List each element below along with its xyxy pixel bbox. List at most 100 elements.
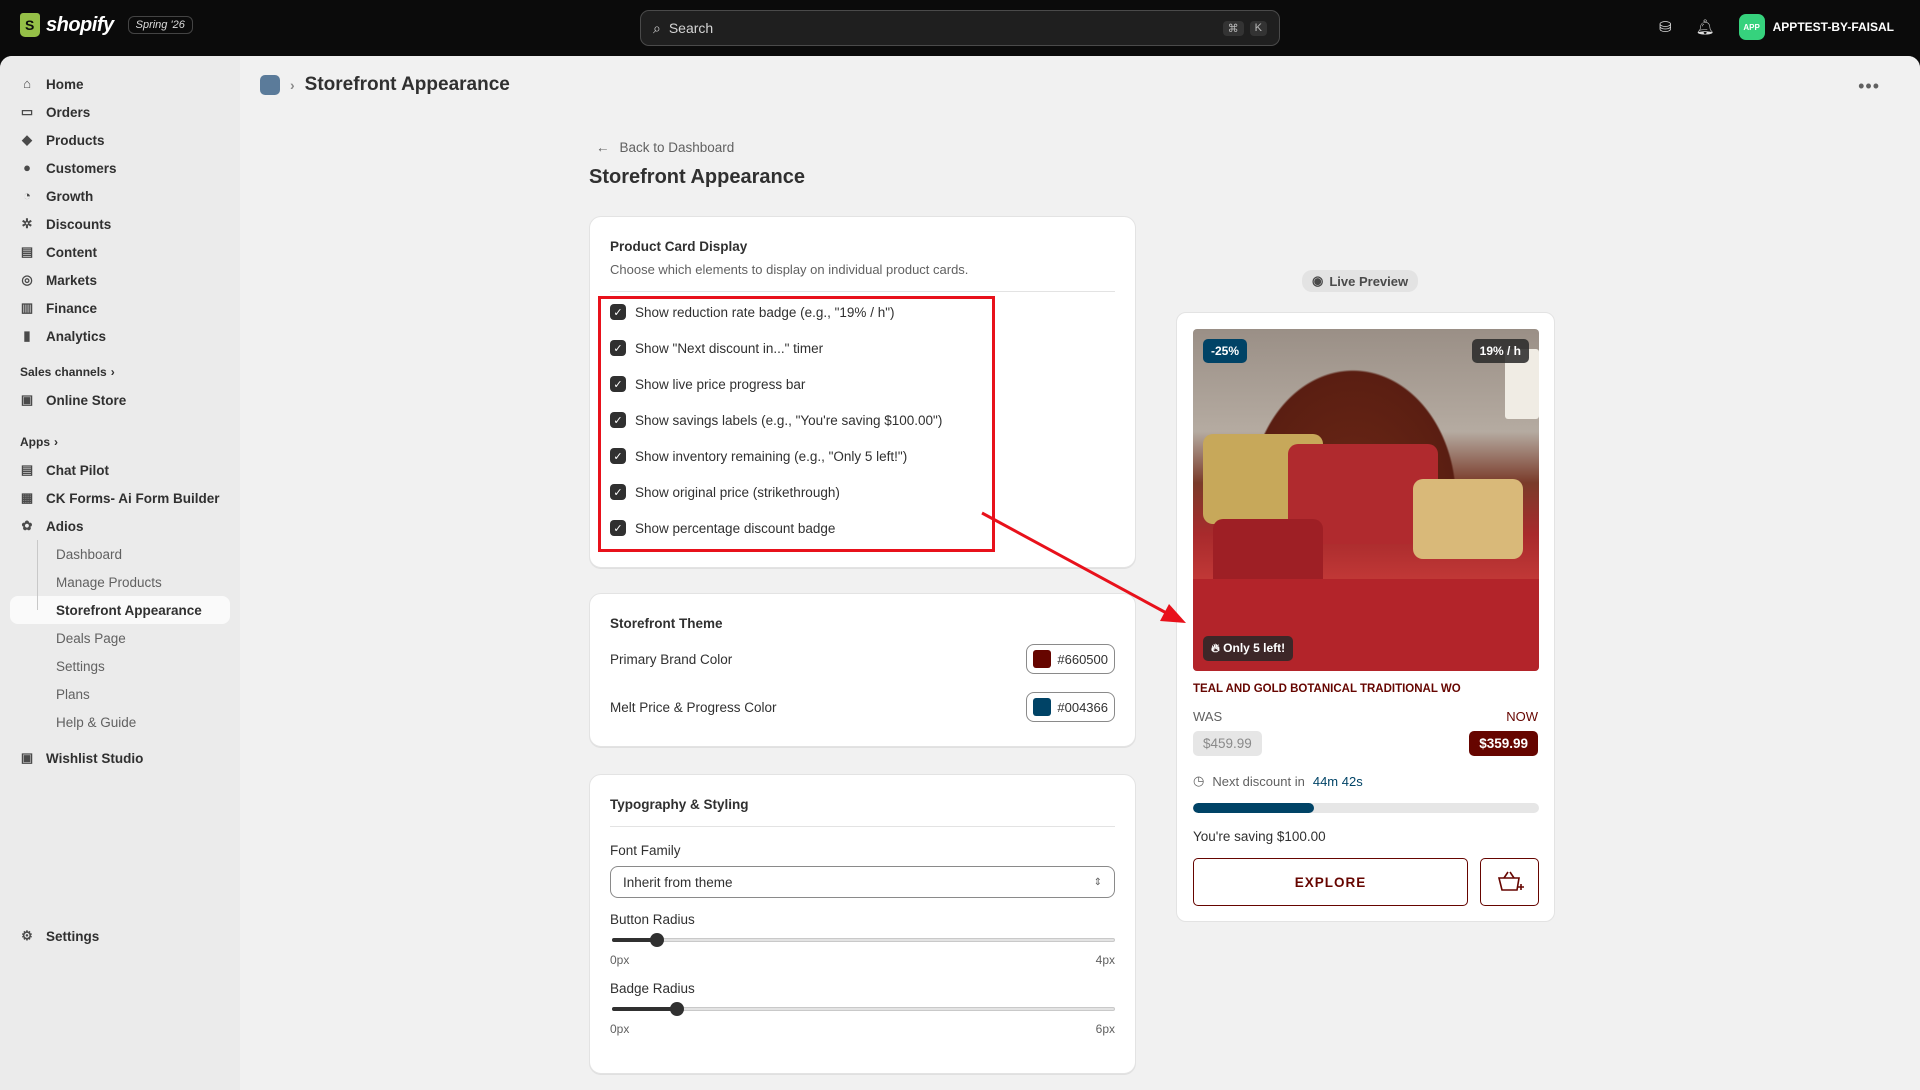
apps-label: Apps <box>20 435 50 449</box>
card-subtitle: Choose which elements to display on indi… <box>610 262 969 277</box>
progress-fill <box>1193 803 1315 813</box>
sidebar-item-chat-pilot[interactable]: ▤ Chat Pilot <box>10 456 230 484</box>
content-icon: ▤ <box>20 244 34 259</box>
person-icon: ● <box>23 160 31 175</box>
font-family-select[interactable]: Inherit from theme ⇕ <box>610 866 1115 898</box>
product-title[interactable]: TEAL AND GOLD BOTANICAL TRADITIONAL WO <box>1193 683 1461 695</box>
sidebar-item-products[interactable]: ◆ Products <box>10 126 230 154</box>
sidebar-item-growth[interactable]: ◔ Growth <box>10 182 230 210</box>
app-icon[interactable] <box>260 75 280 95</box>
tag-icon: ◆ <box>22 132 32 147</box>
sidebar-subitem-label: Deals Page <box>56 630 126 646</box>
sidebar-subitem-deals-page[interactable]: Deals Page <box>10 624 230 652</box>
button-radius-range: 0px 4px <box>610 953 1115 967</box>
search-placeholder: Search <box>668 20 714 36</box>
preview-product-card: -25% 19% / h 🔥︎ Only 5 left! TEAL AND GO… <box>1176 312 1555 922</box>
card-title: Typography & Styling <box>610 797 749 812</box>
primary-color-picker[interactable]: #660500 <box>1026 644 1115 674</box>
sidebar-item-analytics[interactable]: ▮ Analytics <box>10 322 230 350</box>
sidebar-subitem-settings[interactable]: Settings <box>10 652 230 680</box>
badge-radius-slider[interactable] <box>610 1000 1115 1018</box>
sidebar-item-label: Markets <box>46 272 98 288</box>
percent-discount-badge: -25% <box>1203 339 1248 363</box>
back-link[interactable]: ← Back to Dashboard <box>596 140 734 155</box>
tree-line <box>37 540 38 568</box>
eye-icon: ◉ <box>1312 273 1324 288</box>
sidebar-item-finance[interactable]: ▥ Finance <box>10 294 230 322</box>
sidebar-item-wishlist-studio[interactable]: ▣ Wishlist Studio <box>10 744 230 772</box>
add-to-cart-button[interactable] <box>1480 858 1539 906</box>
bell-icon[interactable]: 🔔︎ <box>1696 18 1715 36</box>
primary-color-row: Primary Brand Color #660500 <box>610 635 1115 683</box>
sidebar-item-label: Finance <box>46 300 98 316</box>
sales-channels-heading[interactable]: Sales channels › <box>10 358 230 386</box>
savings-label: You're saving $100.00 <box>1193 829 1326 844</box>
sidebar-item-label: Online Store <box>46 392 127 408</box>
arrow-left-icon: ← <box>596 140 610 155</box>
shopify-bag-icon <box>20 13 40 37</box>
sidebar-subitem-help-guide[interactable]: Help & Guide <box>10 708 230 736</box>
store-icon: ▣ <box>20 392 34 407</box>
shortcut-key-k: K <box>1249 20 1267 36</box>
sidebar-subitem-label: Settings <box>56 658 105 674</box>
font-family-value: Inherit from theme <box>623 874 733 890</box>
slider-thumb[interactable] <box>670 1002 684 1016</box>
button-radius-slider[interactable] <box>610 931 1115 949</box>
search-shortcut: ⌘ K <box>1222 20 1267 36</box>
divider <box>610 291 1115 292</box>
sidebar-item-content[interactable]: ▤ Content <box>10 238 230 266</box>
sidebar-item-markets[interactable]: ◎ Markets <box>10 266 230 294</box>
sidebar-item-label: Analytics <box>46 328 107 344</box>
chevron-right-icon: › <box>110 365 115 379</box>
main-nav: ⌂ Home ▭ Orders ◆ Products ● Customers ◔ Growth ✲ D… <box>10 70 230 350</box>
wishlist-app-icon: ▣ <box>20 750 34 765</box>
sidebar-item-label: Growth <box>46 188 94 204</box>
clock-icon: ◷ <box>1193 773 1205 788</box>
slider-thumb[interactable] <box>650 933 664 947</box>
shopify-logo[interactable]: shopify Spring '26 <box>20 13 193 37</box>
sidebar-item-home[interactable]: ⌂ Home <box>10 70 230 98</box>
next-discount-time: 44m 42s <box>1312 773 1363 789</box>
melt-color-picker[interactable]: #004366 <box>1026 692 1115 722</box>
sidebar-item-label: Customers <box>46 160 117 176</box>
sidebar-item-orders[interactable]: ▭ Orders <box>10 98 230 126</box>
adios-app-icon: ✿ <box>21 518 33 533</box>
season-badge: Spring '26 <box>127 16 193 34</box>
price-progress-bar <box>1193 803 1539 813</box>
store-menu[interactable]: APP APPTEST-BY-FAISAL <box>1738 14 1894 40</box>
storefront-theme-card: Storefront Theme Primary Brand Color #66… <box>589 593 1136 747</box>
sidebar-item-label: CK Forms- Ai Form Builder <box>46 490 220 506</box>
sidebar: ⌂ Home ▭ Orders ◆ Products ● Customers ◔ Growth ✲ D… <box>0 56 240 1090</box>
sidebar-subitem-label: Plans <box>56 686 90 702</box>
gauge-icon: ◔ <box>23 188 31 203</box>
sidebar-subitem-dashboard[interactable]: Dashboard <box>10 540 230 568</box>
search-bar[interactable]: ⌕ Search ⌘ K <box>640 10 1280 46</box>
sidebar-item-settings[interactable]: ⚙ Settings <box>10 922 230 950</box>
sidebar-item-customers[interactable]: ● Customers <box>10 154 230 182</box>
sidebar-item-adios[interactable]: ✿ Adios <box>10 512 230 540</box>
sidebar-subitem-manage-products[interactable]: Manage Products <box>10 568 230 596</box>
product-image[interactable]: -25% 19% / h 🔥︎ Only 5 left! <box>1193 329 1539 671</box>
breadcrumb-title: Storefront Appearance <box>304 74 510 95</box>
explore-button[interactable]: EXPLORE <box>1193 858 1468 906</box>
sidebar-subitem-storefront-appearance[interactable]: Storefront Appearance <box>10 596 230 624</box>
back-label: Back to Dashboard <box>619 140 735 155</box>
sidebar-subitem-plans[interactable]: Plans <box>10 680 230 708</box>
more-actions-icon[interactable]: ••• <box>1858 76 1880 97</box>
sidekick-icon[interactable]: ⛁ <box>1659 18 1672 36</box>
sidebar-item-ck-forms[interactable]: ▦ CK Forms- Ai Form Builder <box>10 484 230 512</box>
basket-plus-icon <box>1497 871 1524 891</box>
button-radius-label: Button Radius <box>610 912 695 927</box>
typography-card: Typography & Styling Font Family Inherit… <box>589 774 1136 1074</box>
card-title: Product Card Display <box>610 239 748 254</box>
breadcrumb-separator-icon: › <box>290 77 295 93</box>
sidebar-subitem-label: Storefront Appearance <box>56 602 202 618</box>
now-label: NOW <box>1506 709 1538 724</box>
range-max: 6px <box>1095 1022 1115 1036</box>
apps-heading[interactable]: Apps › <box>10 428 230 456</box>
sidebar-item-online-store[interactable]: ▣ Online Store <box>10 386 230 414</box>
sidebar-item-discounts[interactable]: ✲ Discounts <box>10 210 230 238</box>
breadcrumb: › Storefront Appearance <box>260 74 510 96</box>
sidebar-item-label: Discounts <box>46 216 112 232</box>
select-chevron-icon: ⇕ <box>1093 876 1102 888</box>
